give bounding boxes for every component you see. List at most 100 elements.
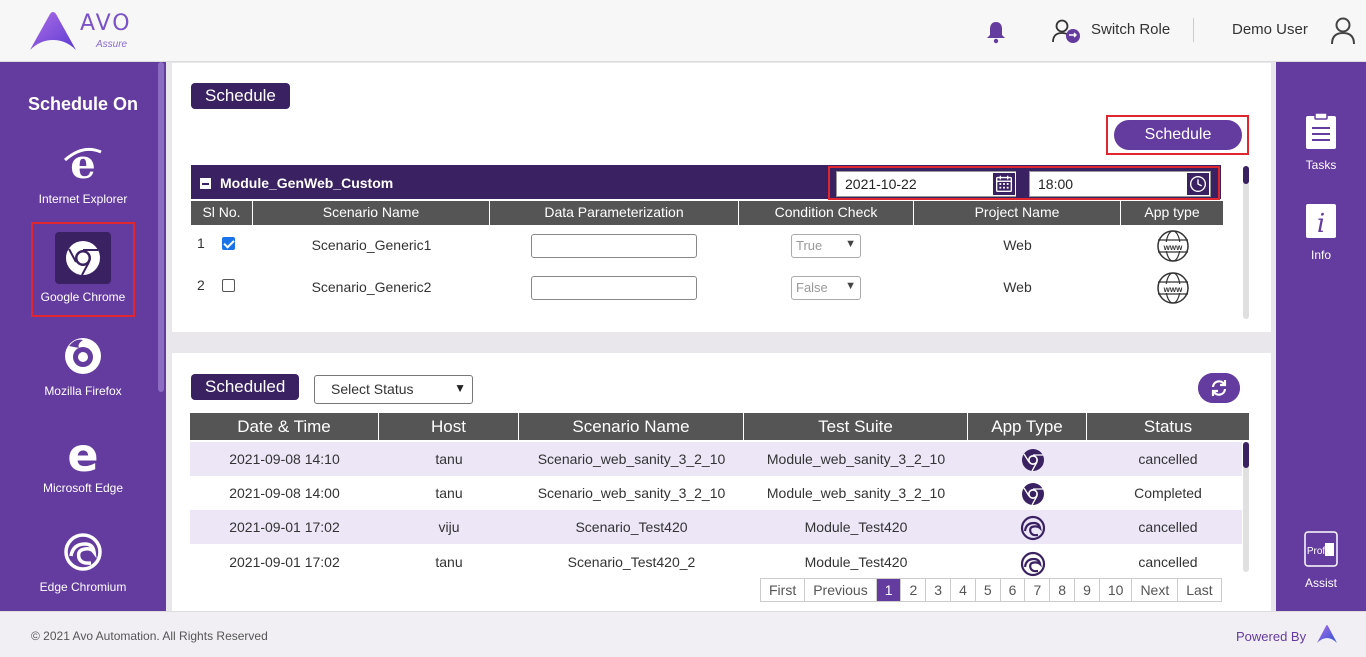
page-button[interactable]: 9	[1075, 579, 1100, 601]
column-header: Status	[1143, 417, 1193, 436]
row-host: viju	[438, 519, 460, 535]
sl-number: 2	[197, 277, 205, 293]
page-button[interactable]: 10	[1099, 579, 1133, 601]
chevron-down-icon: ▼	[845, 280, 856, 292]
page-next-button[interactable]: Next	[1132, 579, 1179, 601]
row-suite: Module_web_sanity_3_2_10	[766, 485, 946, 501]
page-button[interactable]: 7	[1025, 579, 1051, 601]
column-header: Host	[379, 413, 519, 440]
collapse-toggle-icon[interactable]	[200, 178, 211, 189]
page-button[interactable]: 5	[975, 579, 1001, 601]
clock-icon[interactable]	[1186, 172, 1210, 196]
user-name[interactable]: Demo User	[1232, 21, 1308, 38]
edge-chromium-icon	[1020, 551, 1046, 577]
scrollbar-thumb[interactable]	[1243, 166, 1249, 184]
page-first-button[interactable]: First	[761, 579, 806, 601]
sidebar-item-label: Assist	[1304, 576, 1337, 590]
column-header: Condition Check	[739, 201, 914, 225]
data-parameterization-input[interactable]	[531, 234, 697, 258]
row-status: cancelled	[1138, 554, 1198, 570]
sidebar-item-assist[interactable]: Prof Assist	[1276, 530, 1366, 590]
page-button[interactable]: 1	[876, 579, 902, 601]
firefox-icon	[65, 338, 101, 374]
status-filter-select[interactable]: Select Status ▼	[314, 375, 473, 404]
sidebar-item-tasks[interactable]: Tasks	[1276, 112, 1366, 172]
scenario-table-scrollbar[interactable]	[1243, 166, 1249, 319]
row-suite: Module_web_sanity_3_2_10	[766, 451, 946, 467]
switch-role-link[interactable]: Switch Role	[1091, 21, 1170, 38]
browser-label: Edge Chromium	[39, 580, 127, 594]
row-scenario: Scenario_web_sanity_3_2_10	[537, 485, 726, 501]
page-button[interactable]: 6	[1000, 579, 1026, 601]
user-avatar-icon[interactable]	[1330, 17, 1356, 45]
schedule-section-title: Schedule	[191, 83, 290, 109]
table-row: 2021-09-08 14:10 tanu Scenario_web_sanit…	[190, 442, 1242, 476]
table-row: 1 Scenario_Generic1 True ▼ Web www	[191, 229, 1223, 271]
condition-check-select[interactable]: False ▼	[791, 276, 861, 300]
browser-internet-explorer[interactable]: e Internet Explorer	[0, 142, 166, 206]
www-icon: www	[1157, 272, 1189, 304]
chrome-icon	[1022, 483, 1044, 506]
data-parameterization-input[interactable]	[531, 276, 697, 300]
right-sidebar: Tasks i Info Prof Assist	[1276, 62, 1366, 611]
column-header: Scenario Name	[519, 413, 744, 440]
column-header: Test Suite	[744, 413, 968, 440]
browser-google-chrome[interactable]: Google Chrome	[0, 222, 166, 317]
www-icon-text: www	[1163, 285, 1183, 294]
calendar-icon[interactable]	[992, 172, 1016, 196]
column-header: App type	[1144, 204, 1200, 220]
browser-microsoft-edge[interactable]: e Microsoft Edge	[0, 431, 166, 495]
column-header: Date & Time	[190, 413, 379, 440]
row-datetime: 2021-09-01 17:02	[229, 519, 340, 535]
condition-value: False	[796, 280, 828, 295]
row-host: tanu	[435, 451, 463, 467]
page-last-button[interactable]: Last	[1178, 579, 1221, 601]
table-row: 2021-09-01 17:02 viju Scenario_Test420 M…	[190, 510, 1242, 544]
condition-check-select[interactable]: True ▼	[791, 234, 861, 258]
row-status: cancelled	[1138, 519, 1198, 535]
scenario-name: Scenario_Generic1	[311, 237, 432, 253]
row-status: Completed	[1134, 485, 1202, 501]
internet-explorer-icon: e	[64, 142, 102, 186]
page-button[interactable]: 8	[1050, 579, 1076, 601]
scrollbar-thumb[interactable]	[1243, 442, 1249, 468]
browser-label: Internet Explorer	[38, 192, 128, 206]
date-input[interactable]: 2021-10-22	[836, 171, 1016, 197]
copyright-text: © 2021 Avo Automation. All Rights Reserv…	[31, 629, 268, 643]
row-scenario: Scenario_Test420_2	[567, 554, 696, 570]
status-filter-value: Select Status	[331, 381, 414, 397]
row-checkbox[interactable]	[222, 237, 235, 250]
top-header: AVO Assure Switch Role Demo User	[0, 0, 1366, 62]
row-datetime: 2021-09-01 17:02	[229, 554, 340, 570]
edge-chromium-icon	[1020, 515, 1046, 541]
scenario-name: Scenario_Generic2	[311, 279, 432, 295]
avo-small-logo-icon	[1317, 625, 1337, 643]
edge-icon: e	[67, 431, 98, 475]
switch-role-icon[interactable]	[1052, 18, 1082, 44]
proficient-icon: Prof	[1304, 531, 1338, 567]
selection-highlight	[31, 222, 135, 317]
logo-subtext: Assure	[96, 39, 128, 50]
refresh-button[interactable]	[1198, 373, 1240, 403]
row-host: tanu	[435, 485, 463, 501]
clipboard-icon	[1306, 112, 1336, 149]
notification-bell-icon[interactable]	[984, 20, 1008, 44]
row-datetime: 2021-09-08 14:00	[229, 485, 340, 501]
www-icon-text: www	[1163, 243, 1183, 252]
scheduled-panel: Scheduled Select Status ▼ Date & Time Ho…	[172, 353, 1271, 611]
page-previous-button[interactable]: Previous	[805, 579, 877, 601]
column-header: Data Parameterization	[490, 201, 739, 225]
browser-edge-chromium[interactable]: Edge Chromium	[0, 530, 166, 594]
browser-mozilla-firefox[interactable]: Mozilla Firefox	[0, 334, 166, 398]
page-button[interactable]: 4	[951, 579, 976, 601]
page-button[interactable]: 2	[901, 579, 927, 601]
schedule-button[interactable]: Schedule	[1114, 120, 1242, 150]
project-name: Web	[1003, 237, 1032, 253]
page-button[interactable]: 3	[926, 579, 952, 601]
time-input[interactable]: 18:00	[1029, 171, 1211, 197]
pagination: First Previous 1 2 3 4 5 6 7 8 9 10 Next…	[760, 578, 1222, 602]
row-checkbox[interactable]	[222, 279, 235, 292]
svg-text:e: e	[67, 431, 98, 475]
sidebar-item-info[interactable]: i Info	[1276, 202, 1366, 262]
sidebar-item-label: Tasks	[1305, 158, 1337, 172]
